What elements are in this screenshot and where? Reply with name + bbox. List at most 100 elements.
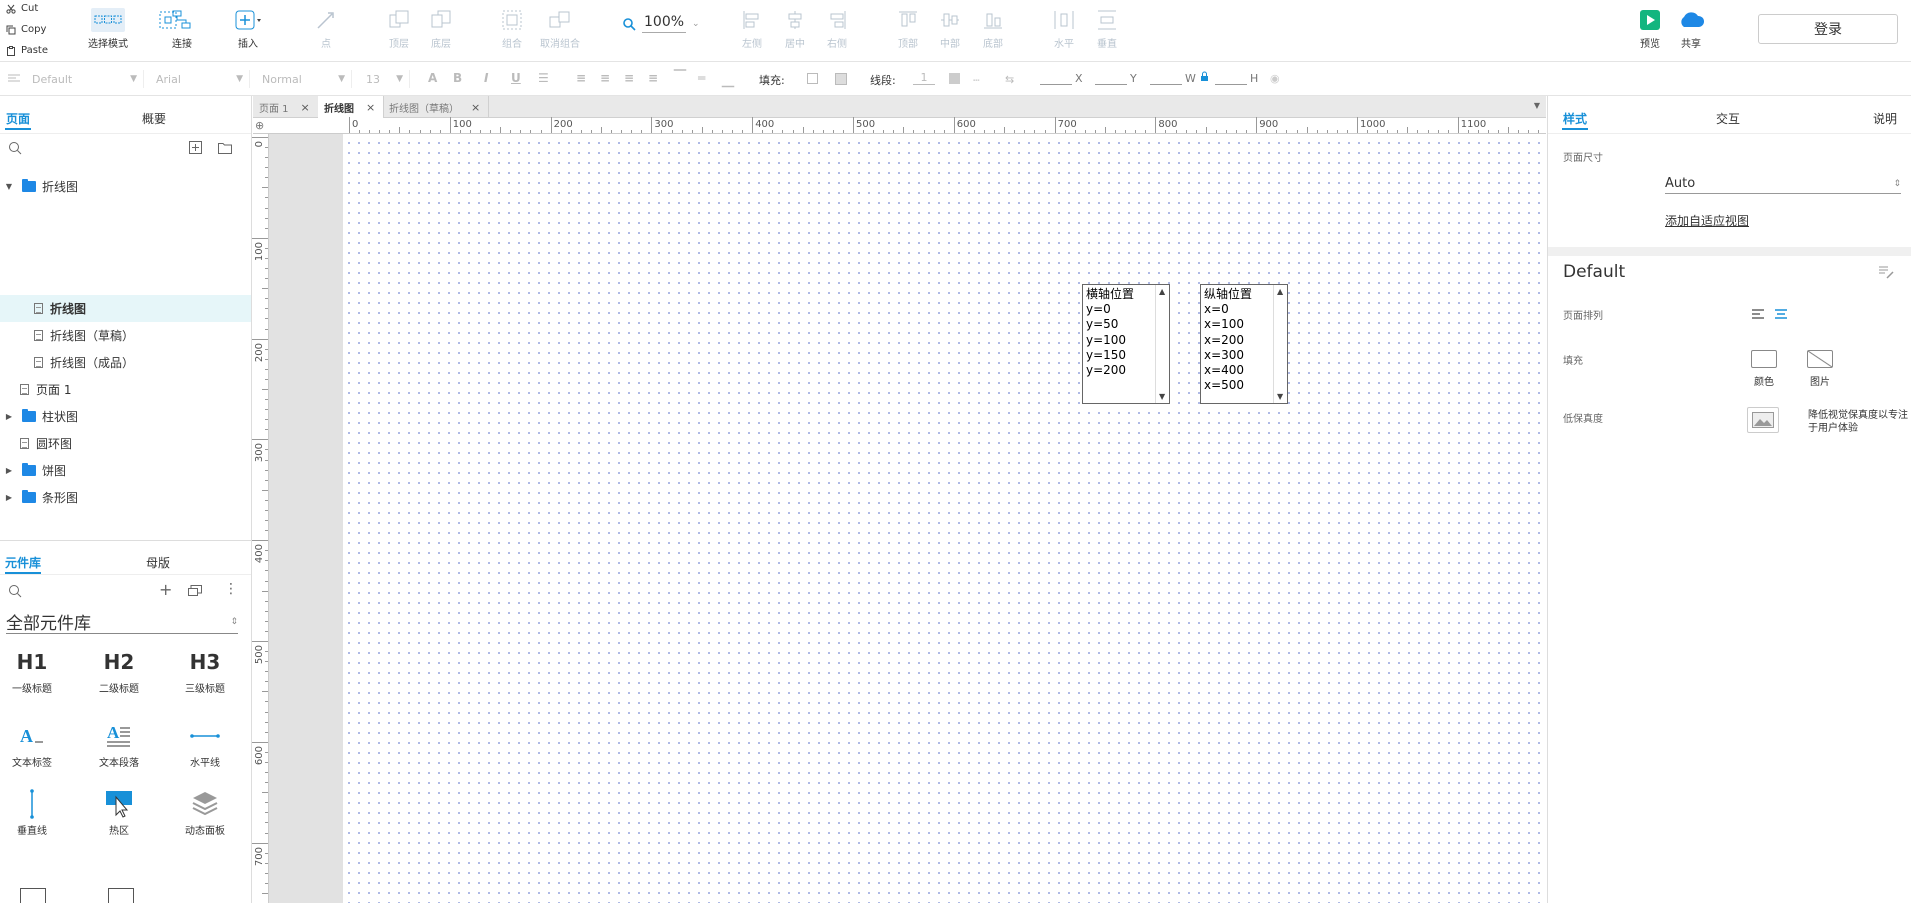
widget-vertical-line[interactable]: 垂直线 [0,788,72,837]
tab-line-chart-draft[interactable]: 折线图（草稿） × [383,96,490,118]
paste-button[interactable]: Paste [6,45,48,56]
font-color-icon[interactable]: A [428,71,437,85]
tree-folder-horizontal-bar[interactable]: ▶ 条形图 [0,484,251,511]
align-bottom-button[interactable]: 底部 [967,8,1019,54]
low-fidelity-toggle[interactable] [1747,407,1779,433]
valign-bottom-icon[interactable]: ⎽ [722,73,734,88]
listbox-scrollbar[interactable]: ▲ ▼ [1155,285,1169,403]
copy-button[interactable]: Copy [6,24,46,35]
caret-expanded-icon[interactable]: ▼ [4,182,14,191]
form-widget-icon[interactable] [108,888,134,903]
w-input[interactable]: W [1150,72,1196,85]
stroke-color-swatch[interactable] [949,73,960,84]
listbox-option[interactable]: x=0 [1204,302,1252,317]
close-icon[interactable]: × [366,101,375,114]
distribute-vertical-button[interactable]: 垂直 [1081,8,1133,54]
table-widget-icon[interactable] [20,888,46,903]
fill-color-button[interactable]: 颜色 [1744,350,1784,388]
scroll-down-icon[interactable]: ▼ [1277,392,1283,401]
underline-icon[interactable]: U [511,71,521,85]
library-select[interactable]: 全部元件库 ⇕ [6,610,238,634]
ungroup-button[interactable]: 取消组合 [534,8,586,54]
tab-interaction[interactable]: 交互 [1716,110,1740,127]
scroll-up-icon[interactable]: ▲ [1159,287,1165,296]
tab-overflow-chevron-icon[interactable]: ▼ [1534,101,1540,110]
widget-h2[interactable]: H2 二级标题 [79,646,159,695]
add-adaptive-view-link[interactable]: 添加自适应视图 [1665,212,1749,229]
align-text-right-icon[interactable]: ≡ [624,71,634,85]
share-button[interactable]: 共享 [1665,8,1717,54]
caret-collapsed-icon[interactable]: ▶ [4,493,14,502]
align-page-left-icon[interactable] [1751,308,1765,323]
valign-middle-icon[interactable]: ═ [698,71,705,85]
caret-collapsed-icon[interactable]: ▶ [4,412,14,421]
fill-image-icon[interactable] [835,73,847,85]
h-input[interactable]: H [1215,72,1258,85]
listbox-option[interactable]: y=150 [1086,348,1134,363]
listbox-scrollbar[interactable]: ▲ ▼ [1273,285,1287,403]
visibility-eye-icon[interactable]: ◉ [1270,72,1280,85]
bold-icon[interactable]: B [453,71,462,85]
style-select[interactable]: Default ▼ [26,70,144,88]
align-text-left-icon[interactable]: ≡ [576,71,586,85]
align-text-center-icon[interactable]: ≡ [600,71,610,85]
listbox-option[interactable]: y=50 [1086,317,1134,332]
listbox-y-axis[interactable]: 纵轴位置 x=0 x=100 x=200 x=300 x=400 x=500 ▲ ▼ [1200,284,1288,404]
design-canvas[interactable]: 横轴位置 y=0 y=50 y=100 y=150 y=200 ▲ ▼ 纵轴位置 x=0 x=… [269,134,1546,903]
tab-notes[interactable]: 说明 [1873,110,1897,127]
caret-collapsed-icon[interactable]: ▶ [4,466,14,475]
close-icon[interactable]: × [301,101,310,114]
weight-select[interactable]: Normal ▼ [256,70,352,88]
listbox-option[interactable]: y=100 [1086,333,1134,348]
align-right-button[interactable]: 右侧 [811,8,863,54]
font-size-select[interactable]: 13 ▼ [360,70,410,88]
lock-icon[interactable] [1200,71,1209,85]
edit-style-icon[interactable] [1878,265,1894,282]
listbox-option[interactable]: 横轴位置 [1086,287,1134,302]
widget-paragraph[interactable]: A 文本段落 [79,720,159,769]
scroll-up-icon[interactable]: ▲ [1277,287,1283,296]
crosshair-icon[interactable]: ⊕ [255,119,264,132]
tab-style[interactable]: 样式 [1563,110,1587,127]
tree-page-line-chart-draft[interactable]: 折线图（草稿） [0,322,251,349]
stroke-width-input[interactable]: 1 [913,71,935,85]
listbox-option[interactable]: x=200 [1204,333,1252,348]
cut-button[interactable]: Cut [6,3,38,14]
tree-page-line-chart-final[interactable]: 折线图（成品） [0,349,251,376]
align-text-justify-icon[interactable]: ≡ [648,71,658,85]
listbox-option[interactable]: y=200 [1086,363,1134,378]
arrow-style-icon[interactable]: ⇆ [1005,73,1014,86]
tab-library[interactable]: 元件库 [5,554,41,571]
tree-folder-pie-chart[interactable]: ▶ 饼图 [0,457,251,484]
listbox-x-axis[interactable]: 横轴位置 y=0 y=50 y=100 y=150 y=200 ▲ ▼ [1082,284,1170,404]
tree-page-1[interactable]: 页面 1 [0,376,251,403]
italic-icon[interactable]: I [484,71,488,85]
widget-text-label[interactable]: A 文本标签 [0,720,72,769]
widget-horizontal-line[interactable]: 水平线 [165,720,245,769]
add-folder-icon[interactable] [218,142,232,157]
listbox-option[interactable]: 纵轴位置 [1204,287,1252,302]
widget-h3[interactable]: H3 三级标题 [165,646,245,695]
tab-outline[interactable]: 概要 [142,110,166,127]
format-painter-icon[interactable] [7,72,21,87]
listbox-option[interactable]: x=100 [1204,317,1252,332]
point-button[interactable]: 点 [300,8,352,54]
zoom-control[interactable]: 100% ⌄ [622,14,700,33]
font-select[interactable]: Arial ▼ [150,70,250,88]
bullet-list-icon[interactable]: ☰ [538,71,549,85]
page-size-select[interactable]: Auto ⇕ [1665,174,1901,194]
valign-top-icon[interactable]: ⎺ [674,68,686,83]
x-input[interactable]: X [1040,72,1083,85]
more-options-icon[interactable]: ⋮ [224,581,238,597]
close-icon[interactable]: × [471,101,480,114]
send-back-button[interactable]: 底层 [415,8,467,54]
fill-image-button[interactable]: 图片 [1800,350,1840,388]
y-input[interactable]: Y [1095,72,1137,85]
login-button[interactable]: 登录 [1758,14,1898,44]
listbox-option[interactable]: y=0 [1086,302,1134,317]
group-button[interactable]: 组合 [486,8,538,54]
stroke-pattern-icon[interactable]: ┄ [973,74,980,87]
widget-dynamic-panel[interactable]: 动态面板 [165,788,245,837]
insert-button[interactable]: 插入 [222,8,274,54]
copy-library-icon[interactable] [188,585,202,599]
